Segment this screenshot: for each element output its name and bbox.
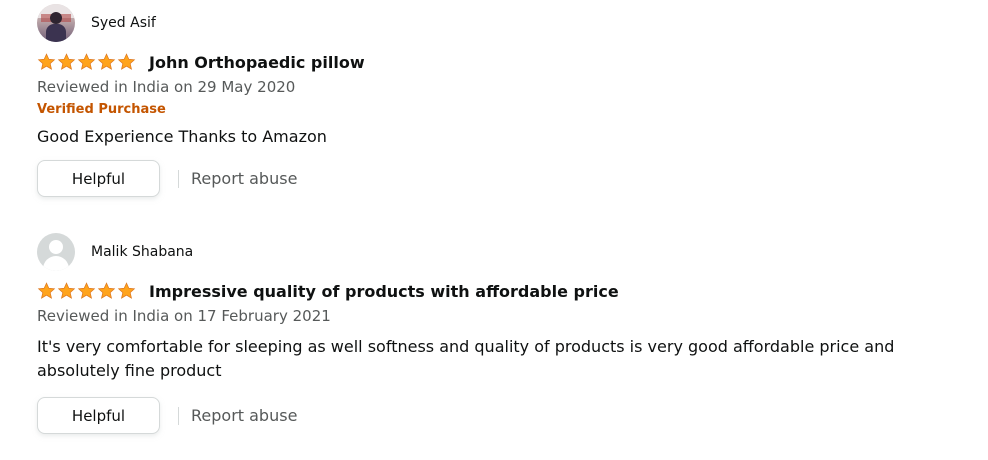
report-abuse-link[interactable]: Report abuse bbox=[191, 169, 297, 188]
verified-purchase-badge: Verified Purchase bbox=[37, 102, 166, 117]
review-card: Malik Shabana Impressive quality of prod… bbox=[37, 233, 937, 434]
helpful-button[interactable]: Helpful bbox=[37, 160, 160, 197]
avatar bbox=[37, 4, 75, 42]
star-icon bbox=[77, 53, 96, 70]
star-icon bbox=[97, 53, 116, 70]
star-icon bbox=[37, 53, 56, 70]
star-icon bbox=[57, 53, 76, 70]
star-icon bbox=[37, 282, 56, 299]
profile-name: Syed Asif bbox=[91, 15, 156, 31]
star-icon bbox=[57, 282, 76, 299]
divider bbox=[178, 406, 179, 425]
review-date: Reviewed in India on 17 February 2021 bbox=[37, 307, 331, 325]
review-title-row[interactable]: Impressive quality of products with affo… bbox=[37, 279, 937, 303]
review-body: Good Experience Thanks to Amazon bbox=[37, 127, 327, 146]
review-title[interactable]: Impressive quality of products with affo… bbox=[149, 282, 619, 301]
review-body: It's very comfortable for sleeping as we… bbox=[37, 337, 895, 380]
reviewer-profile[interactable]: Malik Shabana bbox=[37, 233, 937, 271]
review-card: Syed Asif John Orthopaedic pillow Review… bbox=[37, 4, 937, 197]
report-abuse-link[interactable]: Report abuse bbox=[191, 406, 297, 425]
star-icon bbox=[117, 53, 136, 70]
reviewer-profile[interactable]: Syed Asif bbox=[37, 4, 937, 42]
review-actions: Helpful Report abuse bbox=[37, 160, 937, 197]
star-icon bbox=[77, 282, 96, 299]
divider bbox=[178, 169, 179, 188]
review-title-row[interactable]: John Orthopaedic pillow bbox=[37, 50, 937, 74]
avatar bbox=[37, 233, 75, 271]
helpful-button[interactable]: Helpful bbox=[37, 397, 160, 434]
review-actions: Helpful Report abuse bbox=[37, 397, 937, 434]
review-date: Reviewed in India on 29 May 2020 bbox=[37, 78, 296, 96]
review-title[interactable]: John Orthopaedic pillow bbox=[149, 53, 365, 72]
profile-name: Malik Shabana bbox=[91, 244, 194, 260]
star-icon bbox=[97, 282, 116, 299]
star-rating bbox=[37, 282, 136, 300]
star-icon bbox=[117, 282, 136, 299]
star-rating bbox=[37, 53, 136, 71]
